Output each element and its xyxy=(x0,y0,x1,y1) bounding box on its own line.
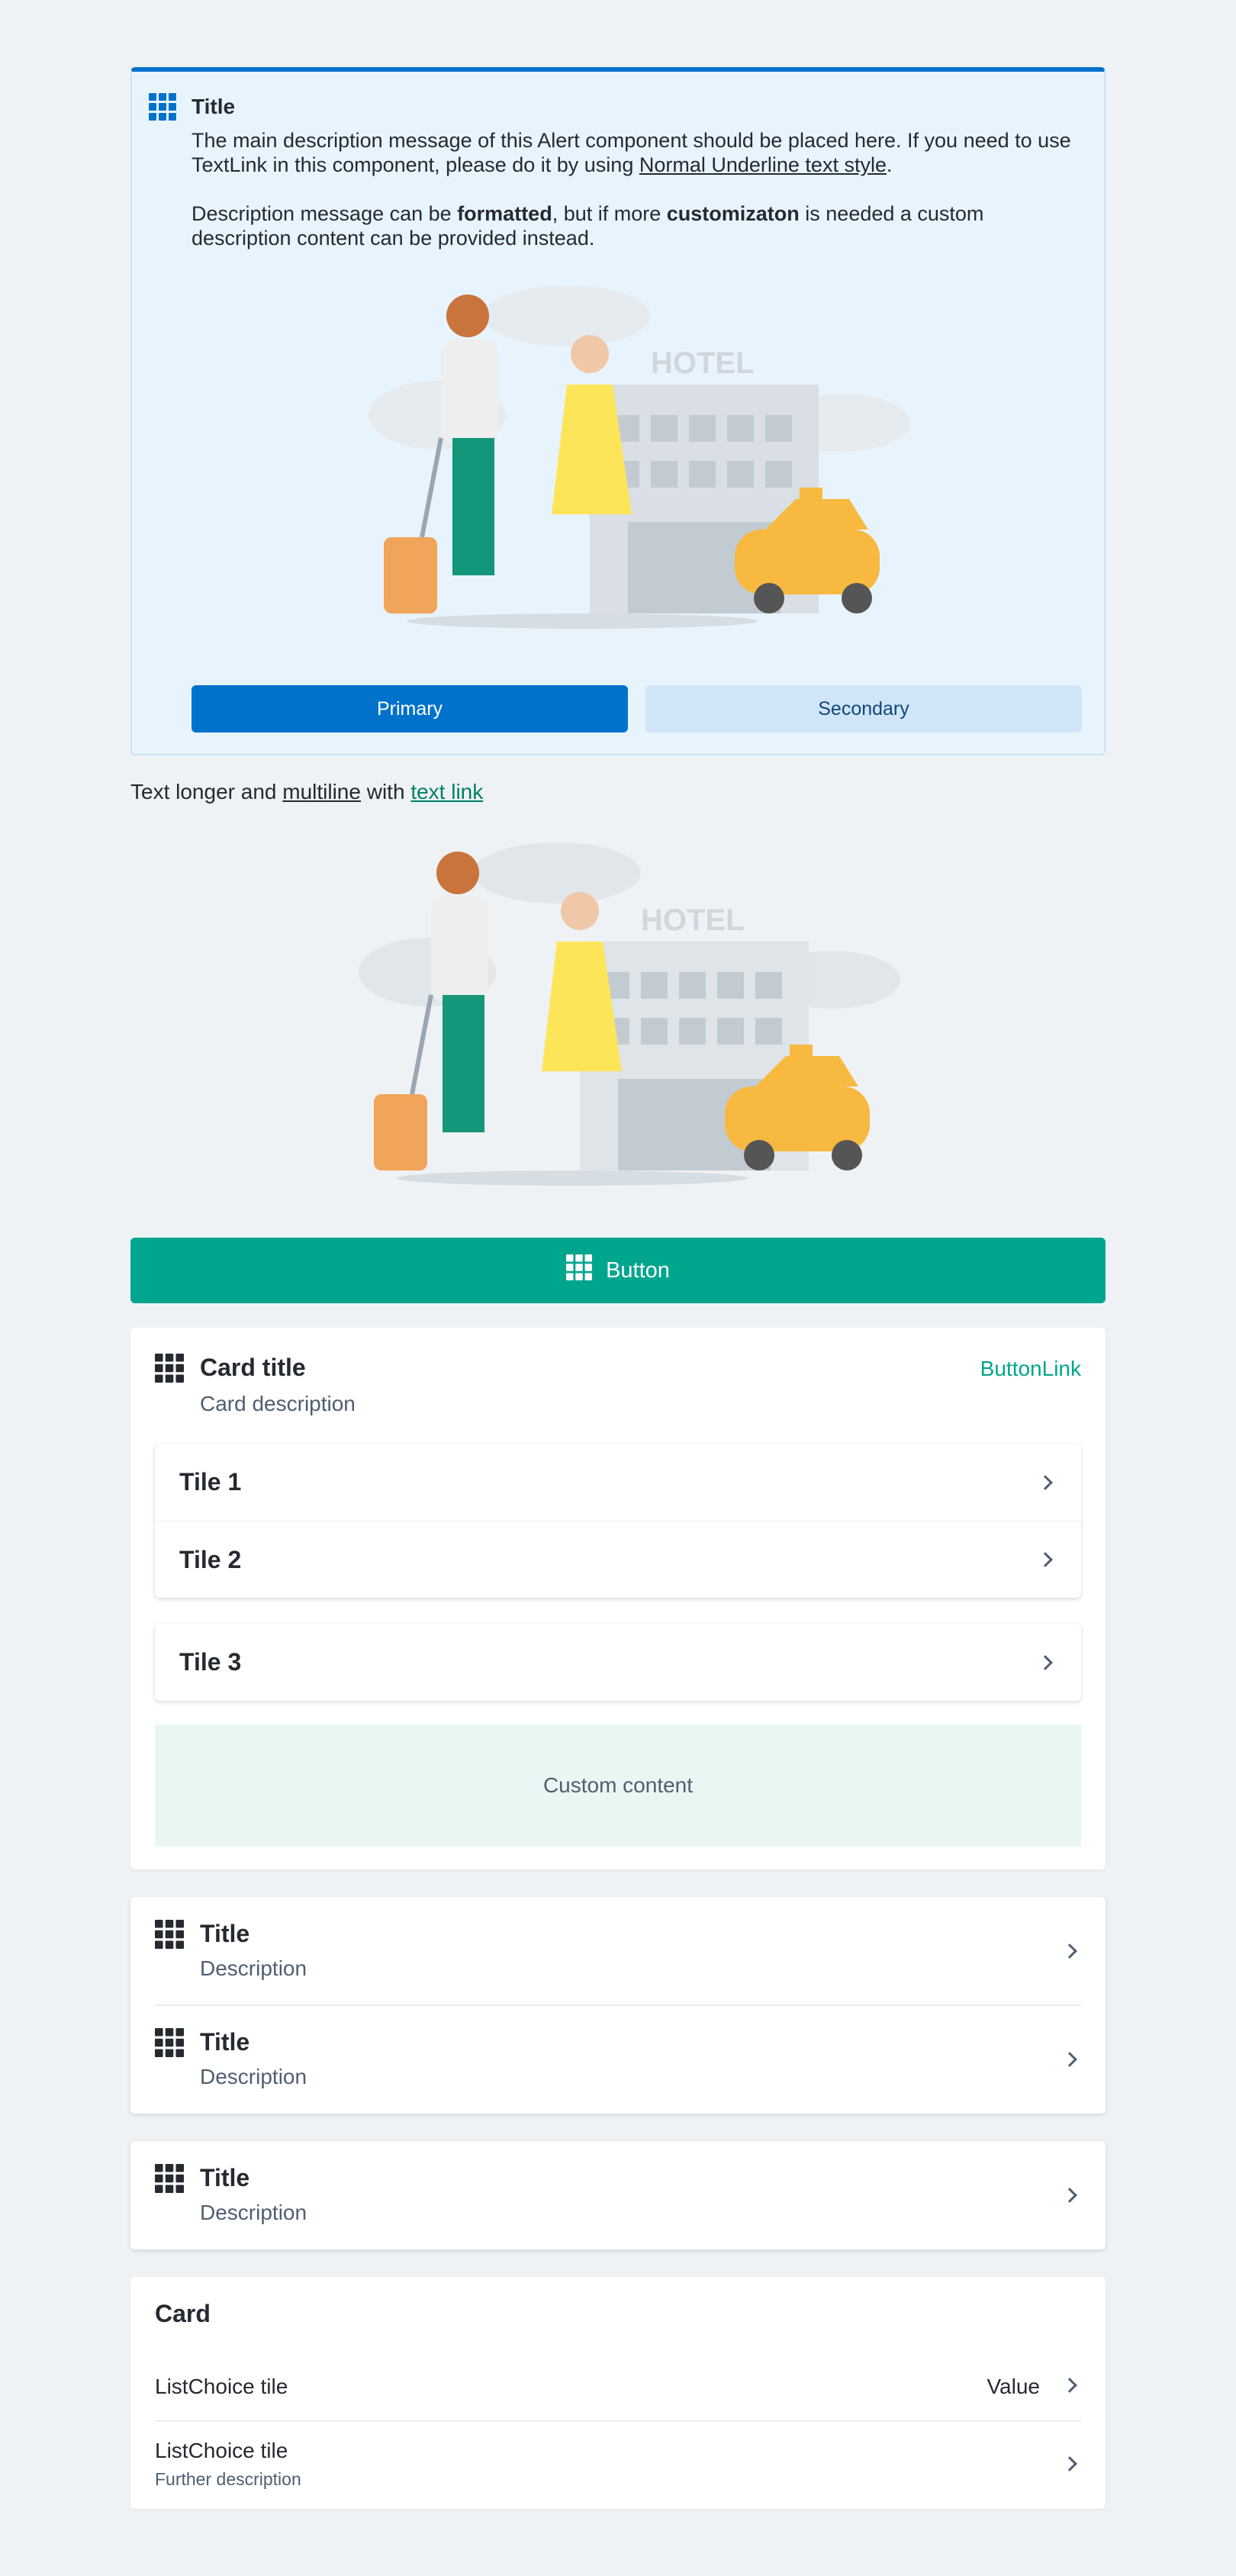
alert-description: The main description message of this Ale… xyxy=(192,129,1071,250)
list-item-description: Description xyxy=(200,1956,307,1980)
alert-title: Title xyxy=(192,95,236,118)
card-title: Card title xyxy=(200,1354,306,1381)
grid-icon xyxy=(155,2028,184,2061)
alert: Title The main description message of th… xyxy=(130,67,1106,755)
secondary-button[interactable]: Secondary xyxy=(645,685,1082,733)
list-item[interactable]: Title Description xyxy=(130,2141,1106,2249)
alert-text-link[interactable]: Normal Underline text style xyxy=(639,153,887,176)
chevron-right-icon xyxy=(1038,1552,1053,1567)
list-choice-description: Further description xyxy=(155,2469,301,2489)
chevron-right-icon xyxy=(1062,2052,1077,2067)
tile-2[interactable]: Tile 2 xyxy=(155,1521,1081,1598)
choice-card: Card ListChoice tile Value ListChoice ti… xyxy=(130,2277,1106,2509)
svg-text:HOTEL: HOTEL xyxy=(641,903,745,937)
list-item-description: Description xyxy=(200,2065,307,2088)
chevron-right-icon xyxy=(1062,2188,1077,2203)
choice-card-title: Card xyxy=(155,2300,211,2327)
tile-3[interactable]: Tile 3 xyxy=(155,1624,1081,1701)
tile-1[interactable]: Tile 1 xyxy=(155,1444,1081,1521)
chevron-right-icon xyxy=(1038,1654,1053,1670)
primary-button[interactable]: Primary xyxy=(192,685,628,733)
list-item-description: Description xyxy=(200,2201,307,2224)
chevron-right-icon xyxy=(1062,1943,1077,1959)
list-card: Title Description Title Description xyxy=(130,1897,1106,2114)
card: Card title Card description ButtonLink T… xyxy=(130,1328,1106,1869)
chevron-right-icon xyxy=(1038,1474,1053,1490)
list-item[interactable]: Title Description xyxy=(130,1897,1106,2005)
svg-text:HOTEL: HOTEL xyxy=(651,346,755,380)
list-choice-label: ListChoice tile xyxy=(155,2375,288,2398)
list-item-title: Title xyxy=(200,2028,250,2056)
text-link[interactable]: text link xyxy=(410,780,483,803)
main-button-label: Button xyxy=(606,1257,670,1283)
chevron-right-icon xyxy=(1062,2456,1077,2471)
card-description: Card description xyxy=(200,1392,356,1415)
grid-icon xyxy=(155,2164,184,2197)
custom-content: Custom content xyxy=(155,1724,1081,1847)
hotel-illustration-2: HOTEL xyxy=(359,835,908,1220)
list-item-title: Title xyxy=(200,1920,250,1947)
list-choice-item[interactable]: ListChoice tile Value xyxy=(130,2353,1106,2417)
list-choice-item[interactable]: ListChoice tile Further description xyxy=(130,2422,1106,2506)
list-choice-value: Value xyxy=(987,2375,1040,2398)
tile-group: Tile 1 Tile 2 xyxy=(155,1444,1081,1598)
grid-icon xyxy=(149,93,176,124)
hotel-illustration: HOTEL xyxy=(369,278,918,663)
text-line: Text longer and multiline with text link xyxy=(130,780,484,803)
grid-icon xyxy=(566,1254,593,1286)
list-choice-label: ListChoice tile xyxy=(155,2439,288,2462)
single-card[interactable]: Title Description xyxy=(130,2141,1106,2249)
list-item-title: Title xyxy=(200,2164,250,2191)
tile-group-2: Tile 3 xyxy=(155,1624,1081,1701)
grid-icon xyxy=(155,1354,184,1386)
chevron-right-icon xyxy=(1062,2378,1077,2393)
grid-icon xyxy=(155,1920,184,1953)
button-link[interactable]: ButtonLink xyxy=(980,1357,1081,1381)
list-item[interactable]: Title Description xyxy=(130,2005,1106,2114)
main-button[interactable]: Button xyxy=(130,1238,1106,1303)
